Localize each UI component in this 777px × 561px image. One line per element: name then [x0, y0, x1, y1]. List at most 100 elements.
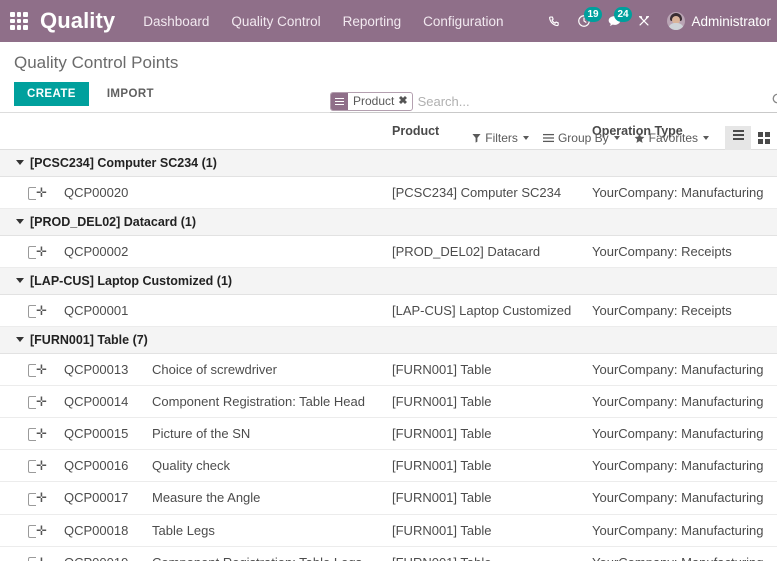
row-product: [FURN001] Table	[392, 514, 592, 546]
group-header-row[interactable]: [PCSC234] Computer SC234 (1)	[0, 150, 777, 177]
row-reference: QCP00001	[64, 295, 152, 327]
row-checkbox[interactable]	[28, 525, 36, 538]
drag-handle-icon[interactable]: ✛	[36, 427, 47, 440]
menu-item-configuration[interactable]: Configuration	[423, 14, 503, 29]
table-row[interactable]: ✛QCP00020[PCSC234] Computer SC234YourCom…	[0, 177, 777, 209]
row-checkbox-cell[interactable]	[0, 177, 36, 209]
import-button[interactable]: IMPORT	[97, 82, 164, 106]
row-checkbox-cell[interactable]	[0, 482, 36, 514]
search-facet-product[interactable]: Product ✖	[330, 92, 413, 111]
row-checkbox-cell[interactable]	[0, 236, 36, 268]
row-drag-handle-cell[interactable]: ✛	[36, 386, 64, 418]
drag-handle-icon[interactable]: ✛	[36, 304, 47, 317]
row-checkbox[interactable]	[28, 460, 36, 473]
row-checkbox-cell[interactable]	[0, 295, 36, 327]
row-drag-handle-cell[interactable]: ✛	[36, 450, 64, 482]
menu-item-quality-control[interactable]: Quality Control	[231, 14, 320, 29]
row-drag-handle-cell[interactable]: ✛	[36, 546, 64, 561]
row-checkbox-cell[interactable]	[0, 450, 36, 482]
row-title: Quality check	[152, 450, 392, 482]
row-reference: QCP00018	[64, 514, 152, 546]
table-row[interactable]: ✛QCP00018Table Legs[FURN001] TableYourCo…	[0, 514, 777, 546]
row-drag-handle-cell[interactable]: ✛	[36, 295, 64, 327]
kanban-view-button[interactable]	[751, 126, 777, 150]
drag-handle-icon[interactable]: ✛	[36, 556, 47, 561]
app-brand-quality[interactable]: Quality	[40, 8, 115, 34]
apps-grid-icon[interactable]	[8, 10, 30, 32]
table-row[interactable]: ✛QCP00016Quality check[FURN001] TableYou…	[0, 450, 777, 482]
drag-handle-icon[interactable]: ✛	[36, 395, 47, 408]
list-view-container[interactable]: Product Operation Type [PCSC234] Compute…	[0, 113, 777, 561]
drag-handle-icon[interactable]: ✛	[36, 245, 47, 258]
row-drag-handle-cell[interactable]: ✛	[36, 514, 64, 546]
row-checkbox[interactable]	[28, 557, 36, 561]
row-checkbox[interactable]	[28, 246, 36, 259]
group-header-cell[interactable]: [PROD_DEL02] Datacard (1)	[0, 209, 777, 236]
row-checkbox-cell[interactable]	[0, 514, 36, 546]
create-button[interactable]: CREATE	[14, 82, 89, 106]
row-drag-handle-cell[interactable]: ✛	[36, 236, 64, 268]
row-operation-type: YourCompany: Receipts	[592, 295, 777, 327]
table-row[interactable]: ✛QCP00019Component Registration: Table L…	[0, 546, 777, 561]
group-toggle-caret-icon[interactable]	[16, 337, 24, 342]
row-checkbox[interactable]	[28, 396, 36, 409]
row-product: [FURN001] Table	[392, 546, 592, 561]
group-header-cell[interactable]: [FURN001] Table (7)	[0, 327, 777, 354]
group-by-dropdown[interactable]: Group By	[543, 131, 620, 145]
row-drag-handle-cell[interactable]: ✛	[36, 354, 64, 386]
filters-dropdown[interactable]: Filters	[472, 131, 529, 145]
search-icon[interactable]	[771, 92, 777, 112]
group-header-cell[interactable]: [PCSC234] Computer SC234 (1)	[0, 150, 777, 177]
group-header-row[interactable]: [FURN001] Table (7)	[0, 327, 777, 354]
remove-facet-icon[interactable]: ✖	[398, 93, 411, 110]
chevron-down-icon	[703, 136, 709, 140]
header-title	[152, 113, 392, 150]
group-label: [PCSC234] Computer SC234 (1)	[30, 156, 217, 170]
user-menu[interactable]: Administrator	[659, 12, 777, 30]
phone-icon[interactable]	[539, 0, 569, 42]
view-switcher	[725, 126, 777, 150]
row-drag-handle-cell[interactable]: ✛	[36, 418, 64, 450]
drag-handle-icon[interactable]: ✛	[36, 186, 47, 199]
row-drag-handle-cell[interactable]: ✛	[36, 177, 64, 209]
row-product: [FURN001] Table	[392, 482, 592, 514]
table-row[interactable]: ✛QCP00013Choice of screwdriver[FURN001] …	[0, 354, 777, 386]
drag-handle-icon[interactable]: ✛	[36, 524, 47, 537]
table-row[interactable]: ✛QCP00001[LAP-CUS] Laptop CustomizedYour…	[0, 295, 777, 327]
group-toggle-caret-icon[interactable]	[16, 219, 24, 224]
group-label: [FURN001] Table (7)	[30, 333, 148, 347]
group-header-row[interactable]: [LAP-CUS] Laptop Customized (1)	[0, 268, 777, 295]
row-checkbox[interactable]	[28, 428, 36, 441]
row-checkbox-cell[interactable]	[0, 354, 36, 386]
row-checkbox[interactable]	[28, 364, 36, 377]
group-toggle-caret-icon[interactable]	[16, 160, 24, 165]
row-checkbox[interactable]	[28, 493, 36, 506]
menu-item-dashboard[interactable]: Dashboard	[143, 14, 209, 29]
drag-handle-icon[interactable]: ✛	[36, 459, 47, 472]
drag-handle-icon[interactable]: ✛	[36, 363, 47, 376]
table-row[interactable]: ✛QCP00014Component Registration: Table H…	[0, 386, 777, 418]
filters-label: Filters	[485, 131, 518, 145]
group-toggle-caret-icon[interactable]	[16, 278, 24, 283]
table-row[interactable]: ✛QCP00002[PROD_DEL02] DatacardYourCompan…	[0, 236, 777, 268]
row-checkbox-cell[interactable]	[0, 418, 36, 450]
row-checkbox[interactable]	[28, 305, 36, 318]
drag-handle-icon[interactable]: ✛	[36, 491, 47, 504]
row-checkbox[interactable]	[28, 187, 36, 200]
list-view-button[interactable]	[725, 126, 751, 150]
header-handle	[36, 113, 64, 150]
group-header-row[interactable]: [PROD_DEL02] Datacard (1)	[0, 209, 777, 236]
crossed-tools-icon[interactable]	[629, 0, 659, 42]
row-checkbox-cell[interactable]	[0, 386, 36, 418]
table-row[interactable]: ✛QCP00015Picture of the SN[FURN001] Tabl…	[0, 418, 777, 450]
favorites-dropdown[interactable]: Favorites	[634, 131, 709, 145]
search-input[interactable]	[413, 93, 777, 111]
group-header-cell[interactable]: [LAP-CUS] Laptop Customized (1)	[0, 268, 777, 295]
row-checkbox-cell[interactable]	[0, 546, 36, 561]
table-row[interactable]: ✛QCP00017Measure the Angle[FURN001] Tabl…	[0, 482, 777, 514]
menu-item-reporting[interactable]: Reporting	[343, 14, 402, 29]
activity-clock-icon[interactable]: 19	[569, 0, 599, 42]
row-drag-handle-cell[interactable]: ✛	[36, 482, 64, 514]
messages-icon[interactable]: 24	[599, 0, 629, 42]
row-reference: QCP00014	[64, 386, 152, 418]
